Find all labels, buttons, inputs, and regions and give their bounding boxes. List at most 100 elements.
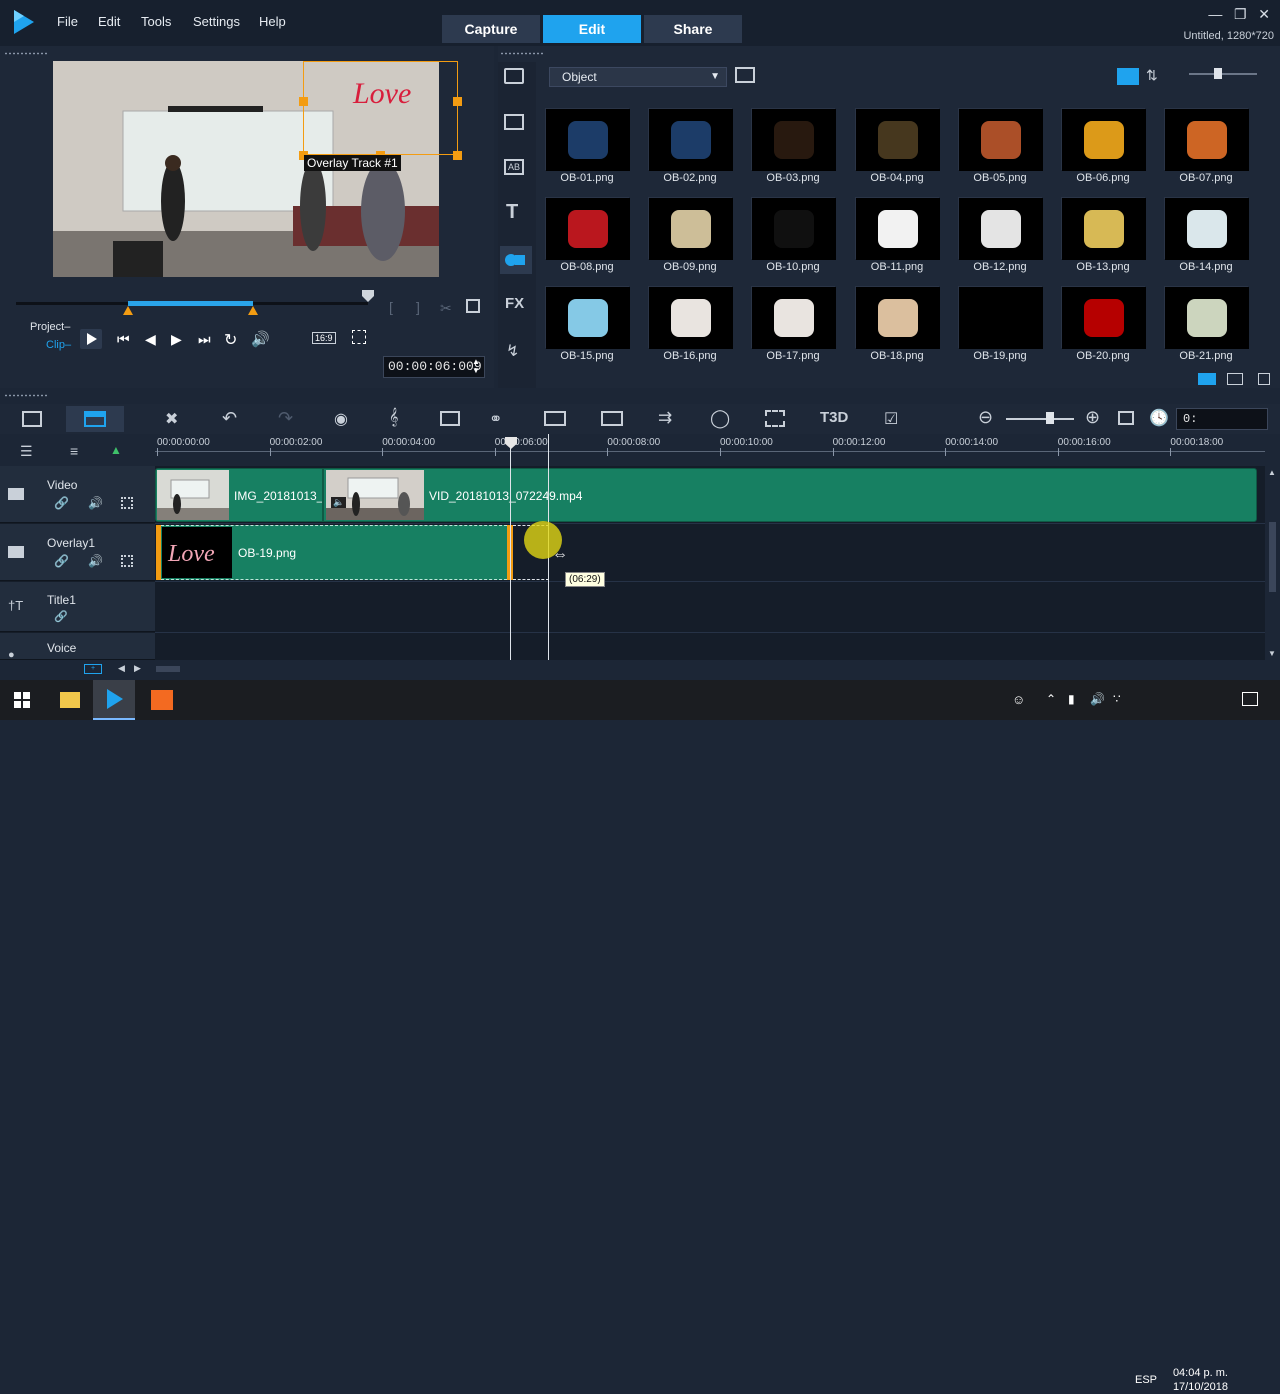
library-item-thumbnail[interactable] xyxy=(1061,286,1146,349)
clip-mode-label[interactable]: Clip– xyxy=(46,339,71,351)
link-icon[interactable]: 🔗 xyxy=(54,554,69,568)
link-icon[interactable]: 🔗 xyxy=(54,610,68,623)
track-header-voice[interactable]: ● Voice xyxy=(0,633,155,661)
zoom-slider[interactable] xyxy=(1006,418,1074,420)
library-item-thumbnail[interactable] xyxy=(855,108,940,171)
library-item-thumbnail[interactable] xyxy=(1164,197,1249,260)
thumbnail-view-icon[interactable] xyxy=(1117,68,1139,85)
menu-edit[interactable]: Edit xyxy=(98,14,120,29)
play-button[interactable] xyxy=(80,329,102,349)
timeline-divider[interactable] xyxy=(0,388,1280,404)
aspect-ratio-button[interactable]: 16:9 xyxy=(312,332,336,344)
detail-view-icon[interactable] xyxy=(1227,373,1243,385)
title-icon[interactable]: T xyxy=(506,201,518,224)
zoom-slider-thumb[interactable] xyxy=(1046,412,1054,424)
overlay-selection-box[interactable] xyxy=(303,61,458,155)
crop-icon[interactable] xyxy=(352,330,366,344)
notifications-icon[interactable] xyxy=(1242,692,1258,706)
ripple-edit-icon[interactable]: ▲ xyxy=(110,443,122,457)
scroll-thumb[interactable] xyxy=(1269,522,1276,592)
windows-start-icon[interactable] xyxy=(14,692,30,708)
pan-zoom-icon[interactable] xyxy=(765,410,785,427)
resize-handle[interactable] xyxy=(299,97,308,106)
split-screen-icon[interactable]: ☑ xyxy=(884,409,898,429)
track-header-overlay[interactable]: Overlay1 🔗 🔊 xyxy=(0,524,155,581)
time-remapping-icon[interactable]: ⇉ xyxy=(658,408,672,428)
sort-icon[interactable]: ⇅ xyxy=(1146,67,1158,84)
people-icon[interactable]: ☺ xyxy=(1012,692,1025,707)
library-item-thumbnail[interactable] xyxy=(545,286,630,349)
thumbnail-size-slider[interactable] xyxy=(1189,73,1257,75)
taskbar-app-videostudio[interactable] xyxy=(93,680,135,720)
library-item-thumbnail[interactable] xyxy=(958,108,1043,171)
library-item-thumbnail[interactable] xyxy=(648,108,733,171)
storyboard-view-icon[interactable] xyxy=(22,411,42,427)
transition-icon[interactable]: AB xyxy=(504,159,524,175)
scroll-up-icon[interactable]: ▲ xyxy=(1268,468,1276,477)
grid-icon[interactable] xyxy=(121,555,133,567)
fx-filter-icon[interactable]: FX xyxy=(505,295,524,312)
menu-settings[interactable]: Settings xyxy=(193,14,240,29)
library-item-thumbnail[interactable] xyxy=(1061,197,1146,260)
mark-in-handle[interactable] xyxy=(123,306,133,315)
clock[interactable]: 04:04 p. m. 17/10/2018 xyxy=(1173,1366,1228,1394)
capture-video-icon[interactable] xyxy=(504,114,524,130)
chapter-cue-icon[interactable]: ≡ xyxy=(70,443,78,459)
zoom-out-icon[interactable]: ⊖ xyxy=(978,407,993,428)
h-scroll-thumb[interactable] xyxy=(156,666,180,672)
resize-handle[interactable] xyxy=(453,151,462,160)
add-folder-icon[interactable] xyxy=(735,67,755,83)
redo-icon[interactable]: ↷ xyxy=(278,408,293,429)
mark-in-icon[interactable]: [ xyxy=(389,299,393,315)
library-item-thumbnail[interactable] xyxy=(751,286,836,349)
menu-file[interactable]: File xyxy=(57,14,78,29)
tab-edit[interactable]: Edit xyxy=(543,15,641,43)
previous-frame-icon[interactable]: ◀ xyxy=(145,331,156,348)
library-item-thumbnail[interactable] xyxy=(855,286,940,349)
scroll-right-icon[interactable]: ▶ xyxy=(134,663,141,674)
scroll-left-icon[interactable]: ◀ xyxy=(118,663,125,674)
zoom-fit-icon[interactable]: + xyxy=(84,664,102,674)
close-icon[interactable]: ✕ xyxy=(1258,6,1270,22)
import-media-icon[interactable] xyxy=(504,68,524,84)
library-item-thumbnail[interactable] xyxy=(1164,286,1249,349)
library-item-thumbnail[interactable] xyxy=(545,108,630,171)
menu-tools[interactable]: Tools xyxy=(141,14,171,29)
mask-creator-icon[interactable]: ◯ xyxy=(710,408,730,429)
panel-grip[interactable] xyxy=(500,52,544,55)
tab-share[interactable]: Share xyxy=(644,15,742,43)
timecode-stepper[interactable]: ▲ ▼ xyxy=(472,357,480,375)
chevron-up-icon[interactable]: ⌃ xyxy=(1046,692,1056,706)
file-explorer-icon[interactable] xyxy=(60,692,80,708)
motion-tracking-icon[interactable]: ⚭ xyxy=(489,409,502,429)
track-header-video[interactable]: Video 🔗 🔊 xyxy=(0,466,155,523)
library-item-thumbnail[interactable] xyxy=(648,197,733,260)
end-icon[interactable]: ⏭ xyxy=(198,331,211,348)
mute-icon[interactable]: 🔊 xyxy=(88,554,103,568)
slider-thumb[interactable] xyxy=(1214,68,1222,79)
library-item-thumbnail[interactable] xyxy=(1061,108,1146,171)
auto-music-icon[interactable] xyxy=(440,411,460,426)
library-item-thumbnail[interactable] xyxy=(648,286,733,349)
library-item-thumbnail[interactable] xyxy=(958,286,1043,349)
minimize-icon[interactable]: — xyxy=(1208,6,1222,22)
library-item-thumbnail[interactable] xyxy=(1164,108,1249,171)
3d-title-icon[interactable]: T3D xyxy=(820,409,848,426)
track-manager-icon[interactable]: ☰ xyxy=(20,443,33,460)
restore-icon[interactable]: ❐ xyxy=(1234,6,1247,22)
speaker-icon[interactable]: 🔊 xyxy=(1090,692,1105,706)
scroll-down-icon[interactable]: ▼ xyxy=(1268,649,1276,658)
library-item-thumbnail[interactable] xyxy=(751,197,836,260)
timeline-horizontal-scrollbar[interactable]: + ◀ ▶ xyxy=(0,660,1280,680)
repeat-icon[interactable]: ↻ xyxy=(224,330,237,350)
library-item-thumbnail[interactable] xyxy=(855,197,940,260)
resize-handle[interactable] xyxy=(453,97,462,106)
mute-icon[interactable]: 🔊 xyxy=(88,496,103,510)
graphic-icon[interactable] xyxy=(500,246,532,274)
network-icon[interactable]: ∵ xyxy=(1113,692,1121,706)
taskbar-app-icon[interactable] xyxy=(151,690,173,710)
multi-camera-icon[interactable] xyxy=(601,411,623,426)
battery-icon[interactable]: ▮ xyxy=(1068,692,1075,706)
home-icon[interactable]: ⏮ xyxy=(117,331,130,348)
grid-icon[interactable] xyxy=(121,497,133,509)
